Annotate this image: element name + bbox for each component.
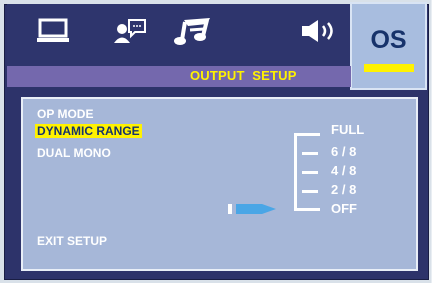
level-option-selected[interactable]: OFF — [331, 201, 357, 216]
exit-setup-button[interactable]: EXIT SETUP — [37, 234, 107, 248]
tab-output-setup[interactable]: OS — [350, 2, 427, 90]
menu-item-dual-mono[interactable]: DUAL MONO — [37, 146, 111, 160]
scale-bottom-bracket — [294, 208, 320, 211]
tab-active-indicator — [364, 64, 414, 72]
page-title: OUTPUT SETUP — [190, 68, 297, 83]
menu-item-op-mode[interactable]: OP MODE — [37, 107, 93, 121]
music-note-icon[interactable] — [170, 0, 216, 62]
level-option[interactable]: 6 / 8 — [331, 144, 356, 159]
level-option[interactable]: 4 / 8 — [331, 163, 356, 178]
range-pointer-icon[interactable] — [228, 201, 278, 217]
scale-tick — [302, 190, 318, 193]
scale-tick — [302, 152, 318, 155]
menu-item-dynamic-range[interactable]: DYNAMIC RANGE — [35, 124, 142, 138]
level-option[interactable]: FULL — [331, 122, 364, 137]
monitor-icon[interactable] — [32, 0, 74, 62]
title-band — [7, 66, 351, 87]
setup-screen: OS OUTPUT SETUP OP MODE DYNAMIC RANGE DU… — [0, 0, 431, 283]
audio-speaker-icon[interactable] — [298, 0, 342, 62]
scale-top-bracket — [294, 133, 320, 136]
speaker-chat-icon[interactable] — [108, 0, 150, 62]
level-option[interactable]: 2 / 8 — [331, 182, 356, 197]
scale-vertical-line — [294, 133, 297, 211]
tab-os-label: OS — [370, 26, 407, 54]
scale-tick — [302, 171, 318, 174]
